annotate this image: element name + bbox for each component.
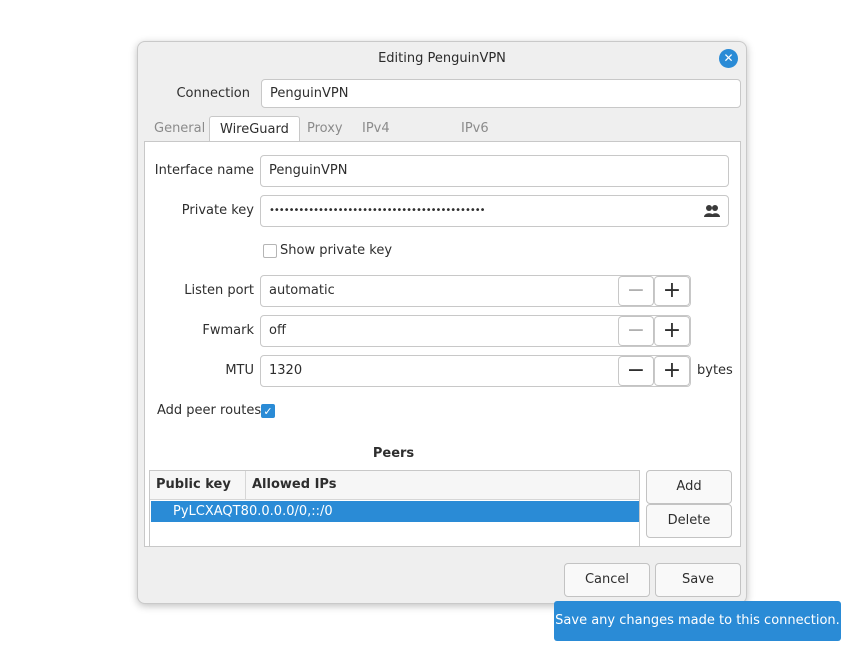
fwmark-decrement-button[interactable]: − (618, 316, 654, 346)
peers-table-header: Public key Allowed IPs (150, 471, 639, 500)
table-row[interactable]: PyLCXAQT8 0.0.0.0/0,::/0 (151, 501, 639, 522)
listen-port-spinbutton[interactable]: automatic − + (260, 275, 691, 307)
edit-connection-dialog: Editing PenguinVPN ✕ Connection name Pen… (137, 41, 747, 604)
tab-ipv4-settings[interactable]: IPv4 Settings (352, 116, 425, 162)
fwmark-value[interactable]: off (261, 316, 286, 346)
private-key-input[interactable]: ••••••••••••••••••••••••••••••••••••••••… (260, 195, 729, 227)
close-icon[interactable]: ✕ (719, 49, 738, 68)
listen-port-decrement-button[interactable]: − (618, 276, 654, 306)
column-header-allowed-ips[interactable]: Allowed IPs (245, 471, 638, 499)
listen-port-increment-button[interactable]: + (654, 276, 690, 306)
interface-name-input[interactable]: PenguinVPN (260, 155, 729, 187)
fwmark-label: Fwmark (202, 323, 254, 338)
mtu-decrement-button[interactable]: − (618, 356, 654, 386)
private-key-label: Private key (181, 203, 254, 218)
peer-public-key: PyLCXAQT8 (173, 504, 249, 519)
peers-table[interactable]: Public key Allowed IPs PyLCXAQT8 0.0.0.0… (149, 470, 640, 547)
column-header-public-key[interactable]: Public key (150, 471, 245, 499)
add-peer-button[interactable]: Add (646, 470, 732, 504)
mtu-increment-button[interactable]: + (654, 356, 690, 386)
save-button[interactable]: Save (655, 563, 741, 597)
interface-name-label: Interface name (154, 163, 254, 178)
tab-general[interactable]: General (144, 116, 215, 142)
fwmark-spinbutton[interactable]: off − + (260, 315, 691, 347)
connection-name-input[interactable]: PenguinVPN (261, 79, 741, 108)
add-peer-routes-checkbox[interactable]: ✓ (261, 404, 275, 418)
peers-title: Peers (372, 446, 415, 461)
tab-ipv6-settings[interactable]: IPv6 Settings (451, 116, 524, 162)
cancel-button[interactable]: Cancel (564, 563, 650, 597)
delete-peer-button[interactable]: Delete (646, 504, 732, 538)
users-icon[interactable] (703, 203, 721, 219)
add-peer-routes-label: Add peer routes (157, 403, 262, 418)
mtu-spinbutton[interactable]: 1320 − + (260, 355, 691, 387)
listen-port-value[interactable]: automatic (261, 276, 335, 306)
mtu-label: MTU (225, 363, 254, 378)
wireguard-panel: Interface name PenguinVPN Private key ••… (144, 141, 741, 547)
mtu-unit-label: bytes (697, 363, 733, 378)
tab-proxy[interactable]: Proxy (297, 116, 353, 142)
private-key-value: ••••••••••••••••••••••••••••••••••••••••… (269, 205, 486, 216)
connection-name-label: Connection name (176, 86, 250, 133)
mtu-value[interactable]: 1320 (261, 356, 302, 386)
show-private-key-checkbox[interactable] (263, 244, 277, 258)
tab-wireguard[interactable]: WireGuard (209, 116, 300, 143)
show-private-key-label[interactable]: Show private key (280, 242, 392, 260)
peer-allowed-ips: 0.0.0.0/0,::/0 (249, 504, 333, 519)
window-title: Editing PenguinVPN (378, 51, 506, 66)
save-tooltip: Save any changes made to this connection… (554, 601, 841, 641)
listen-port-label: Listen port (184, 283, 254, 298)
fwmark-increment-button[interactable]: + (654, 316, 690, 346)
